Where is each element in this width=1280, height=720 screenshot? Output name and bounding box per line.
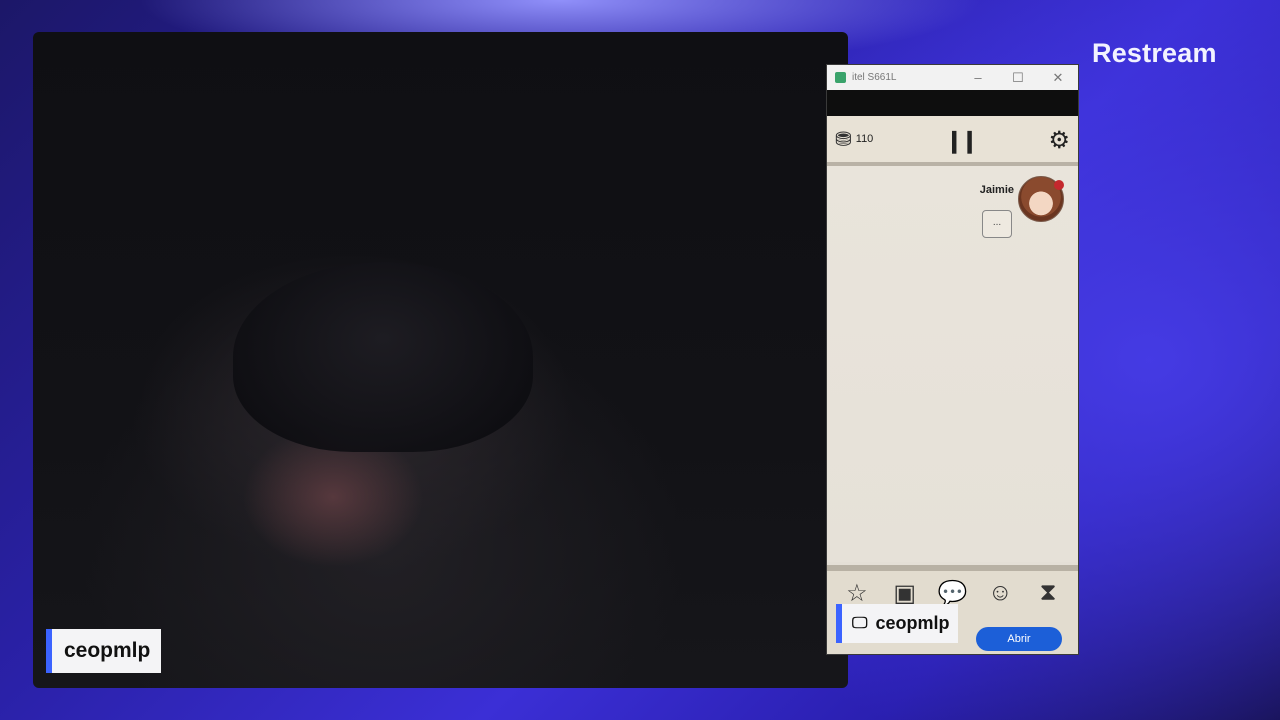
close-button[interactable]: ✕: [1038, 65, 1078, 90]
maximize-button[interactable]: ☐: [998, 65, 1038, 90]
phone-status-bar: [827, 90, 1078, 116]
camera-name-tag: ceopmlp: [46, 629, 162, 673]
coin-icon: ⛃: [835, 128, 852, 151]
typing-bubble: ...: [982, 210, 1012, 238]
chat-area: Jaimie ...: [827, 166, 1078, 562]
camera-subject: [233, 262, 533, 452]
window-titlebar: itel S661L – ☐ ✕: [827, 65, 1078, 90]
coin-count: 110: [855, 133, 874, 145]
monitor-icon: 🖵: [852, 614, 868, 632]
minimize-button[interactable]: –: [958, 65, 998, 90]
screen-share-name-tag: 🖵 ceopmlp: [836, 604, 959, 643]
chat-sender-name: Jaimie: [979, 184, 1014, 196]
ad-open-button[interactable]: Abrir: [976, 627, 1062, 651]
avatar-flower: [1054, 180, 1064, 190]
phone-mirror-window: itel S661L – ☐ ✕ ⛃ 110 ❙❙ ⚙ Jaimie ... ☆…: [826, 64, 1079, 655]
app-icon: [835, 72, 846, 83]
restream-logo: Restream: [1092, 38, 1217, 68]
game-top-bar: ⛃ 110 ❙❙ ⚙: [827, 116, 1078, 166]
pause-button[interactable]: ❙❙: [945, 128, 979, 154]
coin-counter: ⛃ 110: [835, 127, 873, 152]
gear-icon[interactable]: ⚙: [1048, 126, 1070, 155]
window-title: itel S661L: [852, 72, 897, 83]
screen-share-name: ceopmlp: [875, 613, 950, 633]
hourglass-icon[interactable]: ⧗: [1033, 579, 1063, 608]
profile-icon[interactable]: ☺: [985, 579, 1015, 608]
camera-feed: [33, 32, 848, 688]
